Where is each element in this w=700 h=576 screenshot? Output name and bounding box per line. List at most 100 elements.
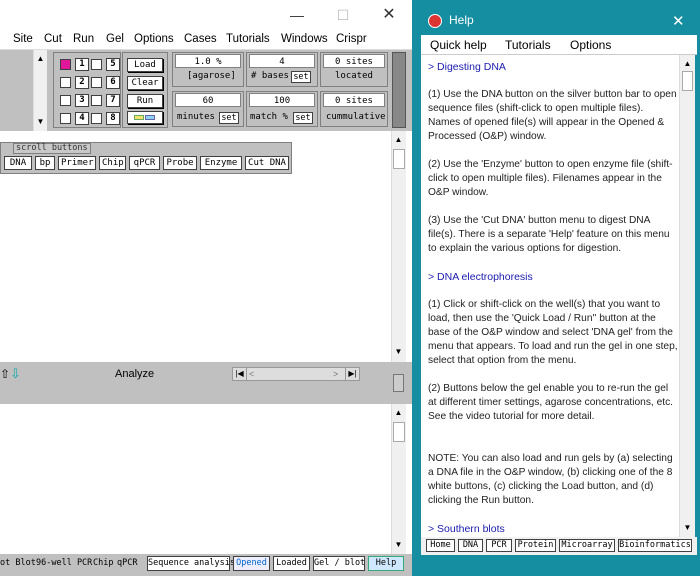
scroll-right-icon[interactable]: > xyxy=(333,368,343,380)
help-heading-digesting[interactable]: > Digesting DNA xyxy=(428,61,506,73)
resize-handle-icon[interactable] xyxy=(393,374,404,392)
enzyme-button[interactable]: Enzyme xyxy=(200,156,242,170)
lane-button-4[interactable]: 4 xyxy=(75,112,89,125)
clear-button[interactable]: Clear xyxy=(127,76,163,90)
chip-button[interactable]: Chip xyxy=(99,156,126,170)
toolbar-handle[interactable] xyxy=(392,52,406,128)
help-heading-electrophoresis[interactable]: > DNA electrophoresis xyxy=(428,271,533,283)
menu-site[interactable]: Site xyxy=(13,33,33,45)
main-window: — ☐ ✕ Site Cut Run Gel Options Cases Tut… xyxy=(0,0,412,576)
scroll-up-icon[interactable]: ▲ xyxy=(681,57,694,70)
lane-checkbox-3[interactable] xyxy=(60,95,71,106)
scroll-last-icon[interactable]: ▶| xyxy=(345,368,359,380)
well96-pcr-button[interactable]: 96-well PCR xyxy=(36,558,92,568)
close-icon[interactable]: ✕ xyxy=(672,12,685,30)
scroll-thumb[interactable] xyxy=(393,149,405,169)
qpcr-button[interactable]: qPCR xyxy=(129,156,160,170)
run-button[interactable]: Run xyxy=(127,94,163,108)
match-set-button[interactable]: set xyxy=(293,112,313,124)
gel-icon[interactable] xyxy=(127,111,163,124)
bottom-button-bar: ot Blot 96-well PCR Chip qPCR Sequence a… xyxy=(0,554,412,576)
help-pcr-button[interactable]: PCR xyxy=(486,539,512,552)
gel-blot-button[interactable]: Gel / blot xyxy=(313,556,365,571)
minutes-set-button[interactable]: set xyxy=(219,112,239,124)
lane-checkbox-5[interactable] xyxy=(91,59,102,70)
agarose-panel: 1.0 % [agarose] xyxy=(172,52,244,87)
help-protein-button[interactable]: Protein xyxy=(515,539,556,552)
scroll-up-icon[interactable]: ▲ xyxy=(392,133,405,146)
analyze-scrollbar[interactable]: |◀ < > ▶| xyxy=(232,367,360,381)
lane-button-8[interactable]: 8 xyxy=(106,112,120,125)
menu-tutorials[interactable]: Tutorials xyxy=(226,33,270,45)
lane-checkbox-1[interactable] xyxy=(60,59,71,70)
help-microarray-button[interactable]: Microarray xyxy=(559,539,615,552)
help-heading-southern[interactable]: > Southern blots xyxy=(428,523,505,535)
lane-button-7[interactable]: 7 xyxy=(106,94,120,107)
help-dna-button[interactable]: DNA xyxy=(458,539,483,552)
help-scrollbar[interactable]: ▲ ▼ xyxy=(679,55,695,537)
scroll-down-icon[interactable]: ▼ xyxy=(34,115,47,128)
help-menu-options[interactable]: Options xyxy=(570,38,611,52)
help-home-button[interactable]: Home xyxy=(426,539,455,552)
help-button[interactable]: Help xyxy=(368,556,404,571)
minutes-label: minutes xyxy=(177,112,215,122)
menu-cases[interactable]: Cases xyxy=(184,33,217,45)
minutes-value: 60 xyxy=(175,93,241,107)
bases-set-button[interactable]: set xyxy=(291,71,311,83)
menu-windows[interactable]: Windows xyxy=(281,33,328,45)
lane-checkbox-2[interactable] xyxy=(60,77,71,88)
gel-scrollbar[interactable]: ▲ ▼ xyxy=(391,404,406,554)
scroll-up-icon[interactable]: ▲ xyxy=(34,52,47,65)
help-title: Help xyxy=(449,13,474,27)
lane-button-2[interactable]: 2 xyxy=(75,76,89,89)
help-menu-quick-help[interactable]: Quick help xyxy=(430,38,487,52)
lane-button-3[interactable]: 3 xyxy=(75,94,89,107)
help-paragraph: (3) Use the 'Cut DNA' button menu to dig… xyxy=(428,215,670,254)
scroll-left-icon[interactable]: < xyxy=(249,368,259,380)
probe-button[interactable]: Probe xyxy=(163,156,197,170)
lane-checkbox-6[interactable] xyxy=(91,77,102,88)
lane-checkbox-8[interactable] xyxy=(91,113,102,124)
dna-button[interactable]: DNA xyxy=(4,156,32,170)
dot-blot-button[interactable]: ot Blot xyxy=(0,558,36,568)
lane-checkbox-4[interactable] xyxy=(60,113,71,124)
cut-dna-button[interactable]: Cut DNA xyxy=(245,156,289,170)
menu-run[interactable]: Run xyxy=(73,33,94,45)
scroll-up-icon[interactable]: ▲ xyxy=(392,406,405,419)
lane-checkbox-7[interactable] xyxy=(91,95,102,106)
loaded-button[interactable]: Loaded xyxy=(273,556,310,571)
menu-gel[interactable]: Gel xyxy=(106,33,124,45)
lane-button-1[interactable]: 1 xyxy=(75,58,89,71)
lane-button-6[interactable]: 6 xyxy=(106,76,120,89)
scroll-down-icon[interactable]: ▼ xyxy=(681,521,694,534)
load-button[interactable]: Load xyxy=(127,58,163,72)
sequence-analysis-button[interactable]: Sequence analysis xyxy=(147,556,235,571)
menu-crispr[interactable]: Crispr xyxy=(336,33,367,45)
scroll-down-icon[interactable]: ▼ xyxy=(392,538,405,551)
menu-cut[interactable]: Cut xyxy=(44,33,62,45)
chip-tab-button[interactable]: Chip xyxy=(93,558,113,568)
minimize-icon[interactable]: — xyxy=(290,8,304,22)
help-bioinformatics-button[interactable]: Bioinformatics xyxy=(618,539,692,552)
scroll-thumb[interactable] xyxy=(682,71,693,91)
scroll-first-icon[interactable]: |◀ xyxy=(233,368,247,380)
close-icon[interactable]: ✕ xyxy=(382,7,396,23)
qpcr-tab-button[interactable]: qPCR xyxy=(117,558,137,568)
opened-button[interactable]: Opened xyxy=(233,556,270,571)
scroll-down-icon[interactable]: ▼ xyxy=(392,345,405,358)
scroll-buttons-panel: scroll buttons DNA bp Primer Chip qPCR P… xyxy=(0,142,292,174)
scroll-thumb[interactable] xyxy=(393,422,405,442)
lane-button-5[interactable]: 5 xyxy=(106,58,120,71)
maximize-icon[interactable]: ☐ xyxy=(336,8,350,22)
down-arrow-icon[interactable]: ⇩ xyxy=(10,367,24,381)
primer-button[interactable]: Primer xyxy=(58,156,96,170)
scroll-buttons-label: scroll buttons xyxy=(13,143,91,154)
up-arrow-icon[interactable]: ⇧ xyxy=(0,367,10,381)
help-menu-tutorials[interactable]: Tutorials xyxy=(505,38,551,52)
help-menubar: Quick help Tutorials Options xyxy=(421,35,697,55)
menu-options[interactable]: Options xyxy=(134,33,174,45)
toolbar-scrollbar[interactable]: ▲ ▼ xyxy=(33,50,47,131)
content-scrollbar[interactable]: ▲ ▼ xyxy=(391,131,406,362)
bp-button[interactable]: bp xyxy=(35,156,55,170)
control-toolbar: ▲ ▼ 1 5 2 6 3 7 4 8 Load Clear Run 1.0 %… xyxy=(0,50,412,131)
